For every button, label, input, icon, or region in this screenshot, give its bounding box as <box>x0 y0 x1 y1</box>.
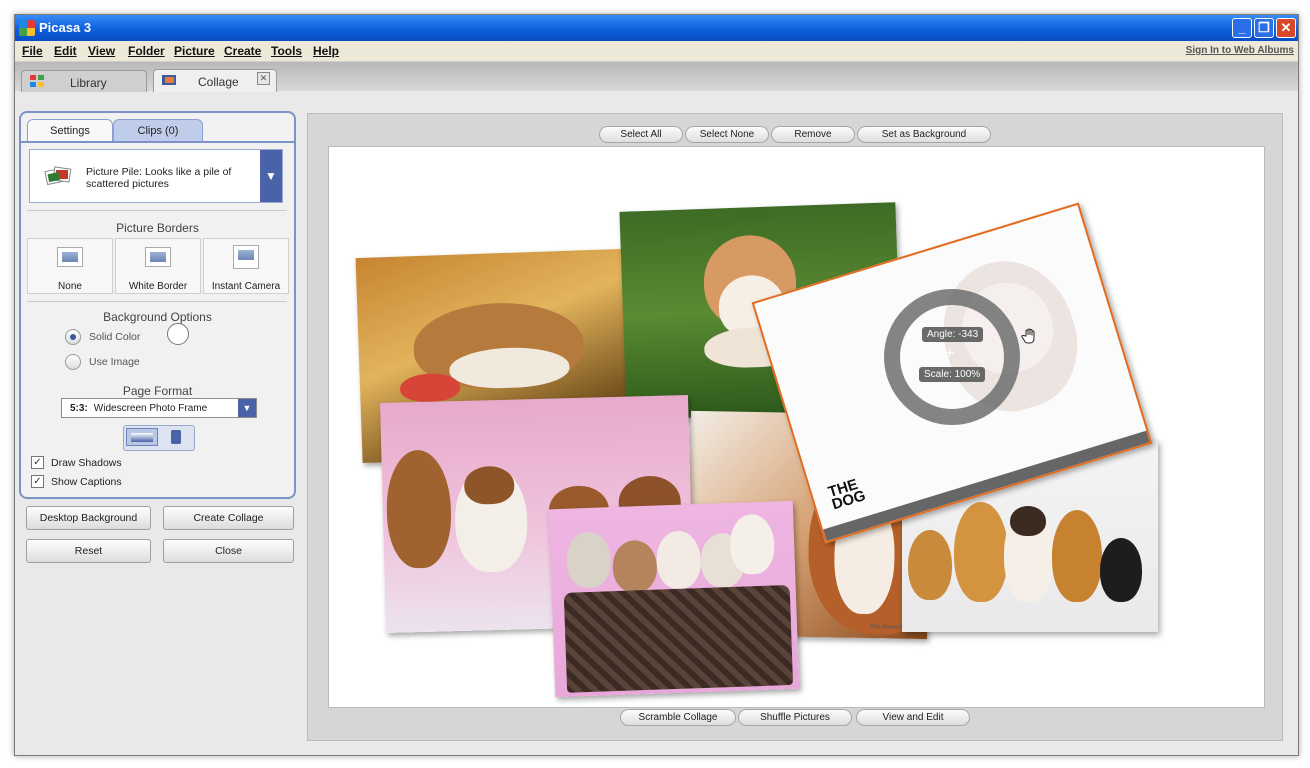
puppy-shape <box>385 449 453 569</box>
page-format-select[interactable]: 5:3: Widescreen Photo Frame ▼ <box>61 398 257 418</box>
collage-settings-panel: Settings Clips (0) Picture Pile: Looks l… <box>19 111 296 499</box>
image-thumb-icon <box>233 245 259 269</box>
menu-picture[interactable]: Picture <box>174 44 215 58</box>
puppy-shape <box>1010 506 1046 536</box>
menu-bar: File Edit View Folder Picture Create Too… <box>15 41 1298 62</box>
image-thumb-icon <box>57 247 83 267</box>
view-and-edit-button[interactable]: View and Edit <box>856 709 970 726</box>
title-bar: Picasa 3 _ ❐ ✕ <box>15 15 1298 41</box>
orientation-toggle <box>123 425 195 451</box>
border-option-instant-camera[interactable]: Instant Camera <box>203 238 289 294</box>
minimize-button[interactable]: _ <box>1232 18 1252 38</box>
collage-icon <box>162 75 176 85</box>
library-grid-icon <box>30 75 44 87</box>
photo-bulldogs-basket[interactable] <box>548 500 800 698</box>
close-button[interactable]: Close <box>163 539 294 563</box>
border-option-none[interactable]: None <box>27 238 113 294</box>
tab-collage[interactable]: Collage ✕ <box>153 69 277 92</box>
scramble-collage-button[interactable]: Scramble Collage <box>620 709 736 726</box>
menu-file[interactable]: File <box>22 44 43 58</box>
scale-label: Scale: 100% <box>919 367 986 382</box>
menu-view[interactable]: View <box>88 44 115 58</box>
background-options-title: Background Options <box>103 310 212 324</box>
menu-help[interactable]: Help <box>313 44 339 58</box>
tab-library-label: Library <box>70 76 107 90</box>
puppy-shape <box>611 539 658 594</box>
tab-collage-label: Collage <box>198 75 239 89</box>
menu-tools[interactable]: Tools <box>271 44 302 58</box>
select-none-button[interactable]: Select None <box>685 126 769 143</box>
page-format-title: Page Format <box>122 384 193 398</box>
draw-shadows-label: Draw Shadows <box>51 457 122 469</box>
collage-canvas[interactable]: http://www.luyun.com THE DOG Angle: -343… <box>328 146 1265 708</box>
crosshair-icon: + <box>945 345 955 362</box>
border-option-white[interactable]: White Border <box>115 238 201 294</box>
sign-in-link[interactable]: Sign In to Web Albums <box>1186 45 1294 56</box>
set-as-background-button[interactable]: Set as Background <box>857 126 991 143</box>
basket-shape <box>563 584 794 693</box>
desktop-background-button[interactable]: Desktop Background <box>26 506 151 530</box>
border-option-label: Instant Camera <box>211 281 281 292</box>
portrait-icon[interactable] <box>160 428 192 446</box>
divider <box>27 210 287 211</box>
collage-type-dropdown[interactable]: Picture Pile: Looks like a pile of scatt… <box>29 149 283 203</box>
select-all-button[interactable]: Select All <box>599 126 683 143</box>
picture-borders-title: Picture Borders <box>116 221 199 235</box>
divider <box>27 301 287 302</box>
puppy-shape <box>1100 538 1142 602</box>
menu-edit[interactable]: Edit <box>54 44 77 58</box>
window-title: Picasa 3 <box>39 20 92 35</box>
show-captions-label: Show Captions <box>51 476 122 488</box>
reset-button[interactable]: Reset <box>26 539 151 563</box>
shuffle-pictures-button[interactable]: Shuffle Pictures <box>738 709 852 726</box>
puppy-shape <box>655 530 702 590</box>
show-captions-checkbox[interactable]: ✓ <box>31 475 44 488</box>
draw-shadows-checkbox[interactable]: ✓ <box>31 456 44 469</box>
picasa-app-icon <box>19 20 35 36</box>
solid-color-label: Solid Color <box>89 331 141 343</box>
create-collage-button[interactable]: Create Collage <box>163 506 294 530</box>
tab-underline <box>21 141 294 143</box>
remove-button[interactable]: Remove <box>771 126 855 143</box>
use-image-label: Use Image <box>89 356 140 368</box>
solid-color-radio[interactable] <box>65 329 81 345</box>
collage-type-text: Picture Pile: Looks like a pile of scatt… <box>86 166 232 190</box>
menu-create[interactable]: Create <box>224 44 261 58</box>
border-option-label: White Border <box>128 281 188 292</box>
use-image-radio[interactable] <box>65 354 81 370</box>
puppy-shape <box>1052 510 1102 602</box>
puppy-shape <box>729 513 776 575</box>
angle-label: Angle: -343 <box>922 327 984 342</box>
picture-pile-icon <box>44 166 72 186</box>
puppy-shape <box>908 530 952 600</box>
puppy-shape <box>565 531 612 589</box>
maximize-button[interactable]: ❐ <box>1254 18 1274 38</box>
picasa-window: Picasa 3 _ ❐ ✕ File Edit View Folder Pic… <box>14 14 1299 756</box>
tab-strip: Library Collage ✕ <box>15 62 1298 92</box>
landscape-icon[interactable] <box>126 428 158 446</box>
border-option-label: None <box>58 281 82 292</box>
chevron-down-icon[interactable]: ▼ <box>260 150 282 202</box>
puppy-shape <box>463 465 515 505</box>
chevron-down-icon[interactable]: ▼ <box>238 399 256 417</box>
menu-folder[interactable]: Folder <box>128 44 165 58</box>
close-tab-icon[interactable]: ✕ <box>257 72 270 85</box>
picture-borders-options: None White Border Instant Camera <box>27 238 289 294</box>
tab-library[interactable]: Library <box>21 70 147 92</box>
collage-stage: Select All Select None Remove Set as Bac… <box>307 113 1283 741</box>
close-window-button[interactable]: ✕ <box>1276 18 1296 38</box>
tab-clips[interactable]: Clips (0) <box>113 119 203 142</box>
page-format-value: 5:3: Widescreen Photo Frame <box>70 403 208 414</box>
red-shoe-shape <box>399 372 461 403</box>
tab-settings[interactable]: Settings <box>27 119 113 142</box>
background-color-swatch[interactable] <box>167 323 189 345</box>
photo-logo-text: THE DOG <box>826 475 868 514</box>
puppy-shape <box>954 502 1008 602</box>
hand-cursor-icon <box>1021 328 1035 344</box>
image-thumb-icon <box>145 247 171 267</box>
